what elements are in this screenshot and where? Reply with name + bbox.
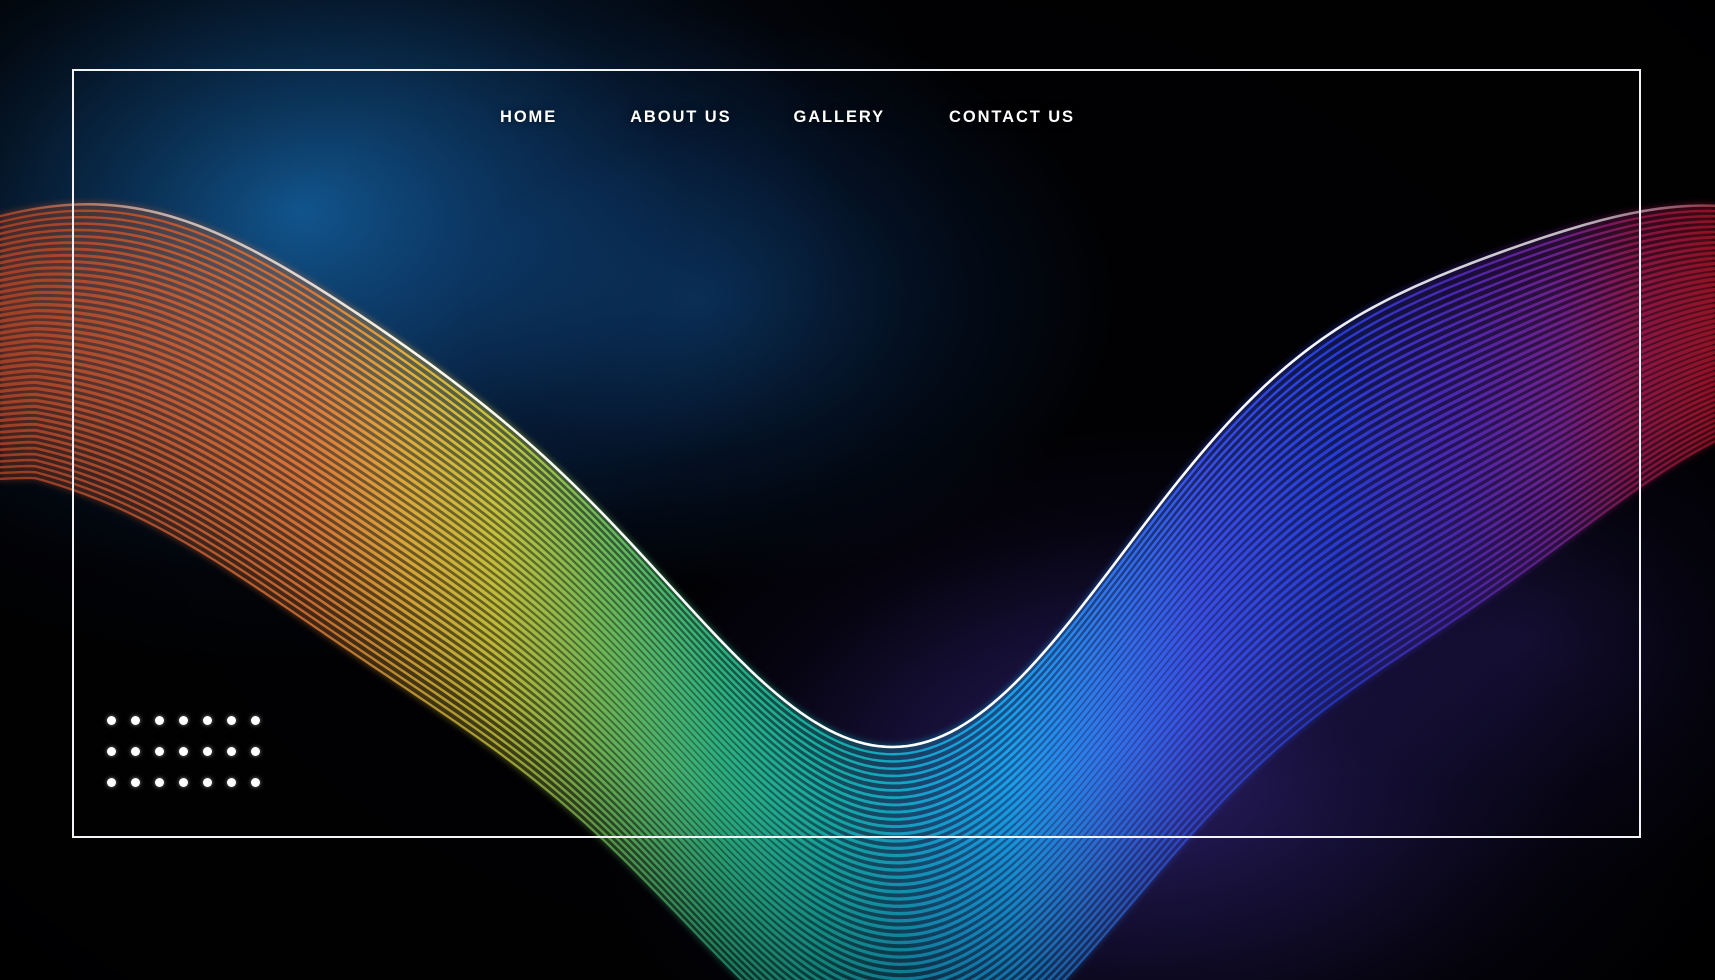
grid-dot <box>107 716 116 725</box>
grid-dot <box>155 778 164 787</box>
grid-dot <box>131 747 140 756</box>
grid-dot <box>179 778 188 787</box>
grid-dot <box>251 716 260 725</box>
grid-dot <box>227 778 236 787</box>
grid-dot <box>203 778 212 787</box>
wave-line <box>0 329 1715 923</box>
grid-dot <box>203 747 212 756</box>
grid-dot <box>155 747 164 756</box>
nav-item-home[interactable]: HOME <box>500 108 557 127</box>
page-root: HOME ABOUT US GALLERY CONTACT US <box>0 0 1715 980</box>
grid-dot <box>179 747 188 756</box>
grid-dot <box>251 747 260 756</box>
nav-item-contact-us[interactable]: CONTACT US <box>949 108 1075 127</box>
grid-dot <box>179 716 188 725</box>
grid-dot <box>131 778 140 787</box>
wave-line <box>0 366 1715 974</box>
grid-dot <box>203 716 212 725</box>
wave-line <box>0 350 1715 952</box>
wave-line-bundle <box>0 203 1715 980</box>
grid-dot <box>227 747 236 756</box>
wave-line <box>0 345 1715 945</box>
main-navigation: HOME ABOUT US GALLERY CONTACT US <box>0 100 1715 134</box>
grid-dot <box>131 716 140 725</box>
nav-item-gallery[interactable]: GALLERY <box>793 108 885 127</box>
grid-dot <box>227 716 236 725</box>
grid-dot <box>107 747 116 756</box>
grid-dot <box>155 716 164 725</box>
grid-dot <box>251 778 260 787</box>
grid-dot <box>107 778 116 787</box>
rainbow-wave-graphic <box>0 202 1715 980</box>
nav-item-about-us[interactable]: ABOUT US <box>630 108 731 127</box>
decorative-dot-grid <box>107 716 275 809</box>
